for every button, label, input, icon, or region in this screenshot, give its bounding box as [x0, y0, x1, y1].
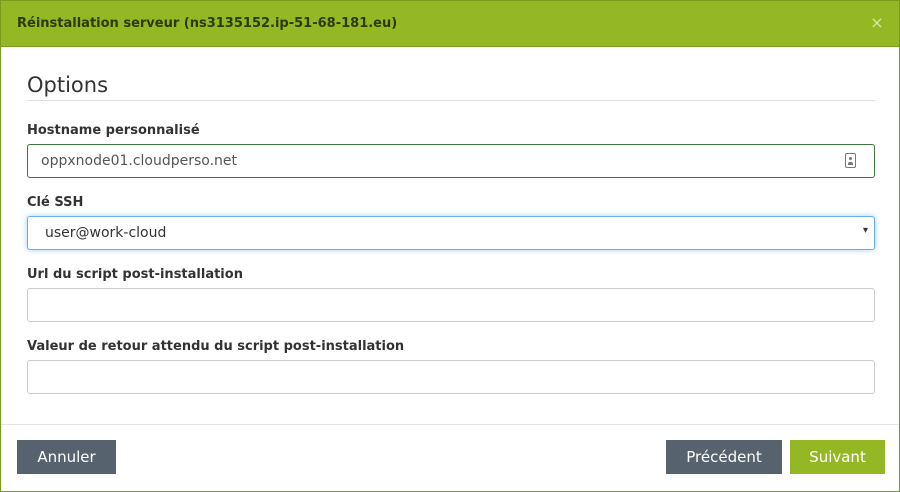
next-button[interactable]: Suivant [790, 440, 885, 474]
script-url-input[interactable] [27, 288, 875, 322]
script-return-label: Valeur de retour attendu du script post-… [27, 339, 405, 354]
ssh-key-selected: user@work-cloud [45, 225, 167, 241]
footer-divider [1, 424, 899, 425]
section-divider [27, 100, 875, 101]
reinstall-modal: Réinstallation serveur (ns3135152.ip-51-… [0, 0, 900, 492]
previous-button[interactable]: Précédent [666, 440, 782, 474]
cancel-button[interactable]: Annuler [17, 440, 116, 474]
close-icon[interactable]: × [869, 13, 885, 33]
contact-card-icon[interactable] [845, 153, 856, 168]
modal-title: Réinstallation serveur (ns3135152.ip-51-… [17, 16, 398, 31]
hostname-value: oppxnode01.cloudperso.net [41, 153, 238, 169]
ssh-key-label: Clé SSH [27, 195, 84, 210]
script-return-input[interactable] [27, 360, 875, 394]
chevron-down-icon[interactable]: ▾ [863, 225, 868, 236]
hostname-label: Hostname personnalisé [27, 123, 200, 138]
ssh-key-select[interactable]: user@work-cloud ▾ [27, 216, 875, 250]
modal-header: Réinstallation serveur (ns3135152.ip-51-… [1, 1, 899, 47]
section-title: Options [27, 73, 109, 97]
script-url-label: Url du script post-installation [27, 267, 243, 282]
hostname-input[interactable]: oppxnode01.cloudperso.net [27, 144, 875, 178]
